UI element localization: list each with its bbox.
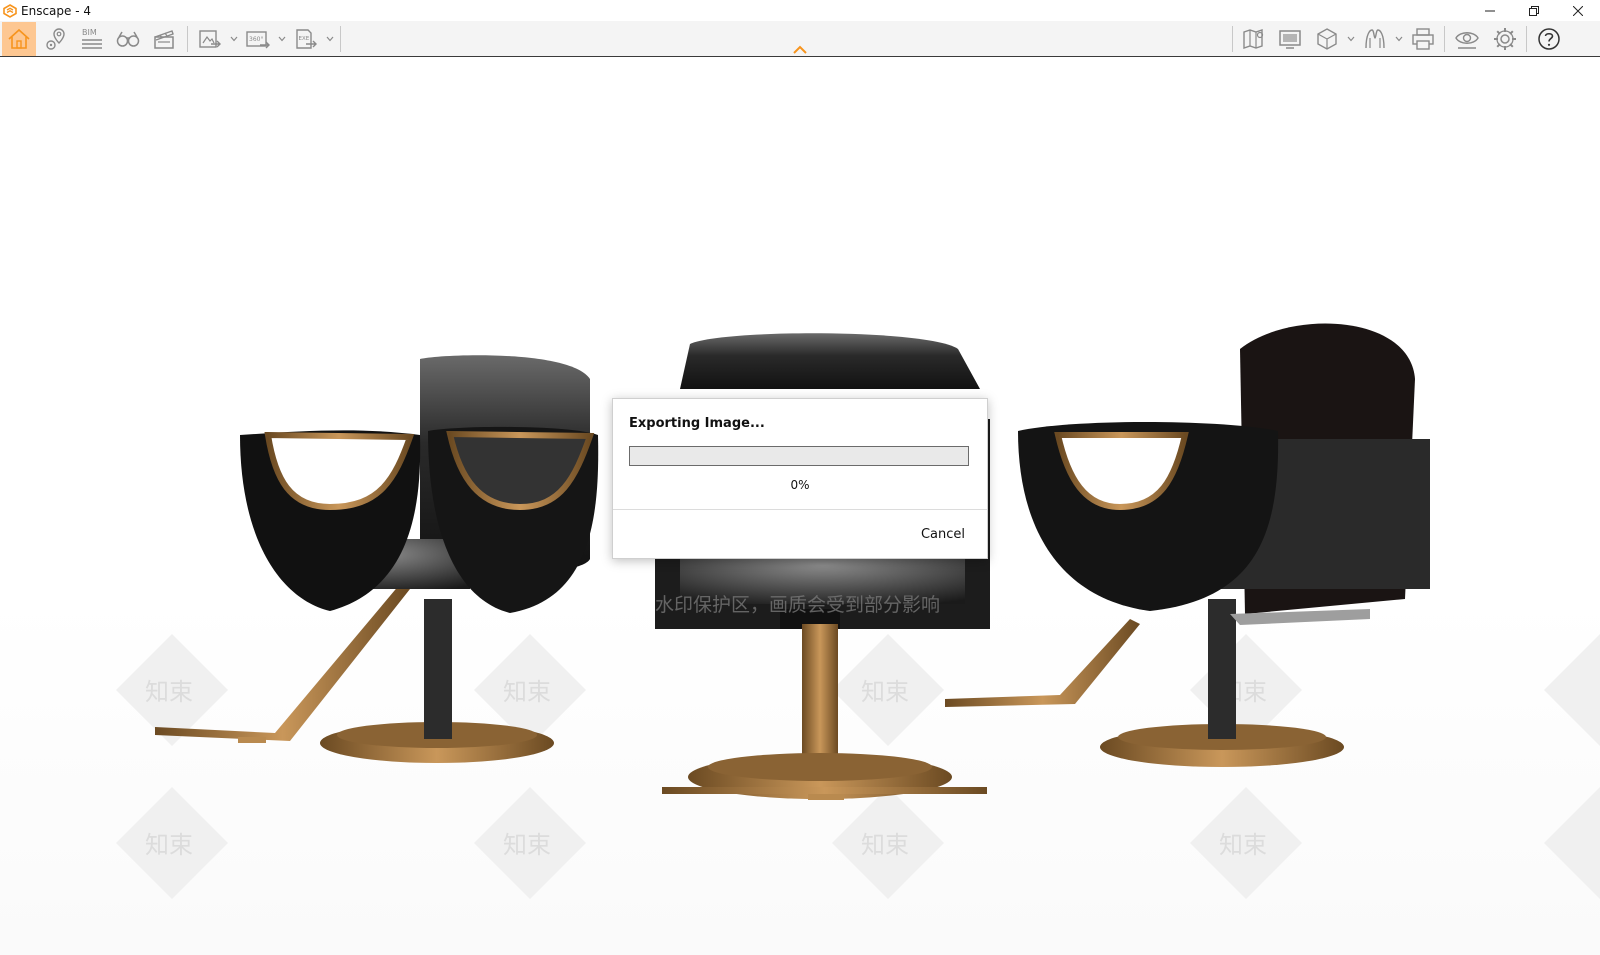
watermark-banner: 水印保护区，画质会受到部分影响 [655, 594, 940, 616]
exe-export-button[interactable]: EXE [289, 22, 323, 56]
monitor-button[interactable] [1273, 22, 1307, 56]
sketch-icon [1365, 29, 1385, 49]
video-editor-button[interactable] [147, 22, 181, 56]
close-button[interactable] [1556, 0, 1600, 21]
panorama-export-button[interactable]: 360° [241, 22, 275, 56]
chevron-down-icon[interactable] [326, 35, 334, 43]
chevron-down-icon[interactable] [230, 35, 238, 43]
map-icon [1243, 29, 1264, 49]
batch-render-button[interactable] [1406, 22, 1440, 56]
watermark-text: 知束 [503, 678, 551, 706]
main-toolbar: BIM 360° EXE [0, 21, 1600, 57]
bim-button[interactable]: BIM [75, 22, 109, 56]
minimize-icon [1485, 10, 1495, 11]
watermark-text: 知束 [1219, 831, 1267, 859]
watermark-text: 知束 [145, 831, 193, 859]
window-title: Enscape - 4 [21, 3, 91, 18]
minimize-button[interactable] [1468, 0, 1512, 21]
title-bar: Enscape - 4 [0, 0, 1600, 21]
chevron-down-icon[interactable] [1395, 35, 1403, 43]
settings-gear-icon [1494, 28, 1516, 50]
walk-mode-button[interactable] [111, 22, 145, 56]
chevron-down-icon[interactable] [278, 35, 286, 43]
monitor-icon [1279, 30, 1301, 49]
binoculars-icon [116, 31, 140, 47]
home-icon [8, 28, 30, 49]
location-pin-icon [46, 28, 65, 50]
exe-export-icon: EXE [296, 29, 317, 49]
enscape-logo-icon [3, 3, 17, 18]
visual-settings-button[interactable] [1450, 22, 1484, 56]
watermark-text: 知束 [145, 678, 193, 706]
help-button[interactable] [1532, 22, 1566, 56]
panorama-export-icon: 360° [246, 31, 270, 49]
chevron-down-icon[interactable] [1347, 35, 1355, 43]
exe-label: EXE [299, 36, 310, 42]
dialog-divider [613, 509, 987, 510]
watermark-text: 知束 [861, 831, 909, 859]
printer-icon [1412, 28, 1434, 50]
visual-mode-button[interactable] [1358, 22, 1392, 56]
restore-button[interactable] [1512, 0, 1556, 21]
panorama-label: 360° [249, 36, 263, 43]
export-progress-bar [629, 446, 969, 466]
bim-icon: BIM [82, 28, 102, 49]
settings-button[interactable] [1488, 22, 1522, 56]
watermark-text: 知束 [861, 678, 909, 706]
dialog-title: Exporting Image... [629, 416, 765, 431]
screenshot-export-button[interactable] [193, 22, 227, 56]
collapse-toolbar-chevron-icon[interactable] [792, 45, 808, 55]
clapperboard-icon [154, 30, 174, 49]
map-button[interactable] [1237, 22, 1271, 56]
visual-eye-icon [1455, 32, 1479, 49]
help-icon [1538, 28, 1560, 50]
home-button[interactable] [2, 22, 36, 56]
close-icon [1573, 5, 1583, 16]
progress-percent: 0% [790, 478, 810, 492]
watermark-text: 知束 [503, 831, 551, 859]
cancel-button[interactable]: Cancel [921, 527, 965, 542]
bim-label: BIM [82, 28, 97, 37]
export-progress-dialog: Exporting Image... 0% Cancel [612, 398, 988, 559]
right-chair [945, 323, 1430, 767]
screenshot-export-icon [199, 30, 221, 48]
restore-icon [1529, 5, 1539, 16]
asset-library-button[interactable] [1310, 22, 1344, 56]
cube-view-icon [1317, 28, 1337, 50]
views-button[interactable] [39, 22, 73, 56]
